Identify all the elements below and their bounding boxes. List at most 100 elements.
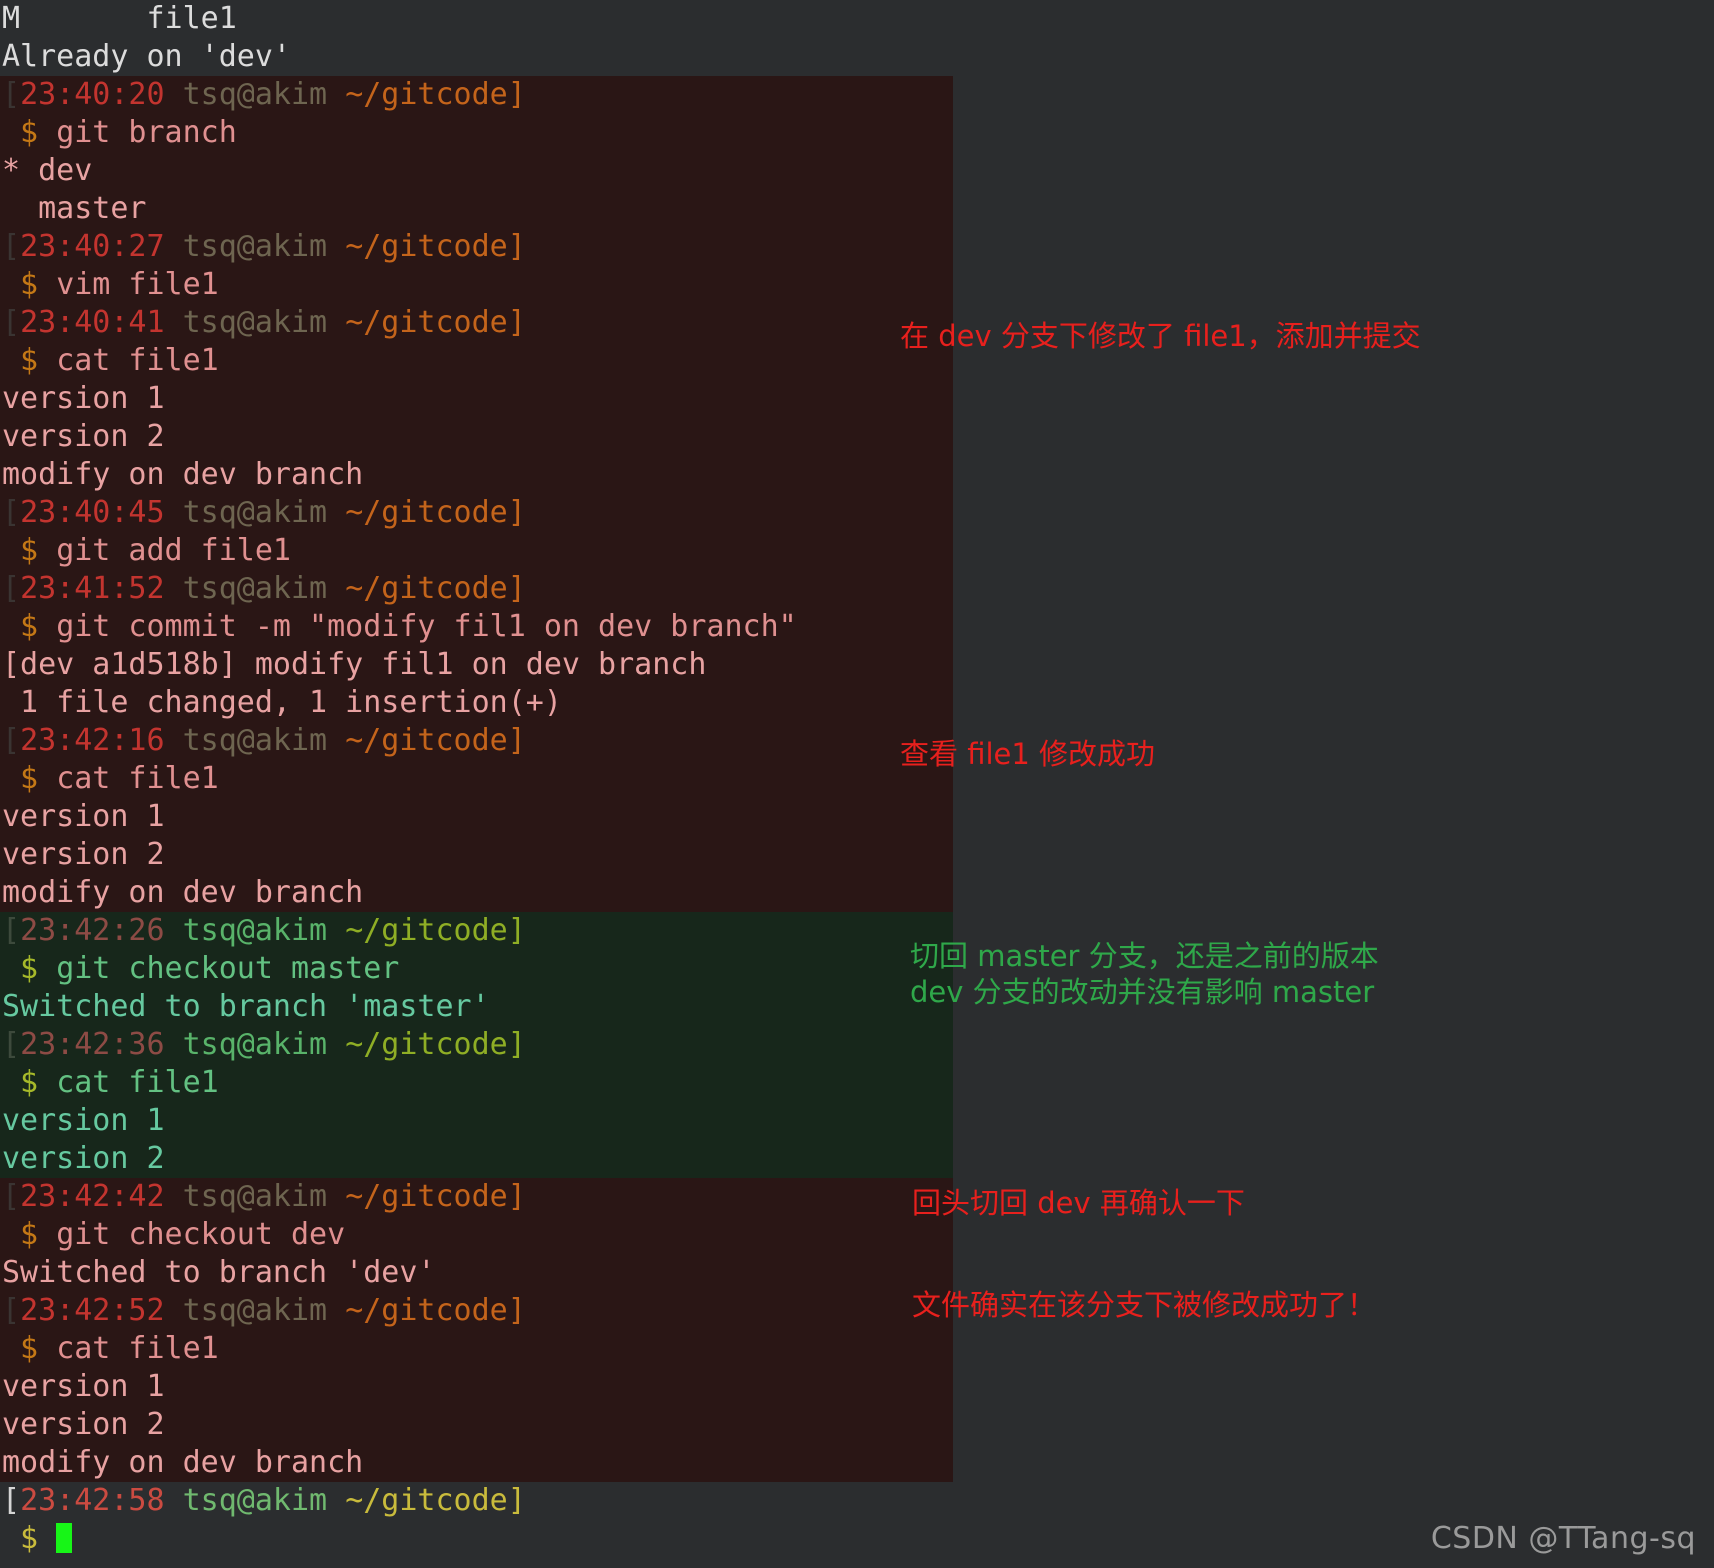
terminal-text-cmd: git checkout master	[56, 951, 400, 986]
terminal-text-cmd: cat file1	[56, 1331, 219, 1366]
terminal-line: version 1	[0, 1102, 953, 1140]
terminal-text-dollar: $	[2, 267, 57, 302]
terminal-text-out: modify on dev branch	[2, 1445, 364, 1480]
terminal-text-user: tsq@akim	[164, 229, 346, 264]
text-cursor[interactable]	[56, 1523, 73, 1553]
terminal-text-dollar: $	[2, 609, 57, 644]
terminal-line: modify on dev branch	[0, 456, 953, 494]
watermark: CSDN @TTang-sq	[1430, 1521, 1696, 1556]
terminal-text-out: version 2	[2, 419, 165, 454]
terminal-text-cmd: git branch	[56, 115, 237, 150]
terminal-text-path: ~/gitcode]	[345, 1027, 526, 1062]
terminal-text-out: modify on dev branch	[2, 875, 364, 910]
terminal-text-cmd: cat file1	[56, 343, 219, 378]
terminal-line: version 1	[0, 380, 953, 418]
terminal-line: $ cat file1	[0, 1064, 953, 1102]
terminal-text-br: 23:42:58	[20, 1483, 165, 1518]
terminal-text-path: ~/gitcode]	[345, 495, 526, 530]
terminal-line: $ git checkout master	[0, 950, 953, 988]
terminal-text-bk: [	[2, 229, 21, 264]
annotation-dev-modify: 在 dev 分支下修改了 file1，添加并提交	[900, 319, 1421, 353]
terminal-text-dollar: $	[2, 343, 57, 378]
terminal-text-path: ~/gitcode]	[345, 229, 526, 264]
annotation-master-unchanged: 切回 master 分支，还是之前的版本 dev 分支的改动并没有影响 mast…	[910, 939, 1379, 1009]
terminal-text-dollar: $	[2, 761, 57, 796]
terminal-line: [dev a1d518b] modify fil1 on dev branch	[0, 646, 953, 684]
terminal-text-br: 23:40:45	[20, 495, 165, 530]
terminal-text-out: 1 file changed, 1 insertion(+)	[2, 685, 562, 720]
terminal-text-dollar: $	[2, 115, 57, 150]
terminal-text-path: ~/gitcode]	[345, 1179, 526, 1214]
terminal-text-bk: [	[2, 495, 21, 530]
terminal-text-out: version 1	[2, 1369, 165, 1404]
terminal-text-out: master	[2, 191, 147, 226]
terminal-text-dollar: $	[2, 1217, 57, 1252]
terminal-line: version 2	[0, 1140, 953, 1178]
terminal-line: Switched to branch 'master'	[0, 988, 953, 1026]
terminal-line: modify on dev branch	[0, 1444, 953, 1482]
terminal-text-path: ~/gitcode]	[345, 77, 526, 112]
terminal-line: $ git checkout dev	[0, 1216, 953, 1254]
terminal-text-bk: [	[2, 1027, 21, 1062]
terminal-output: M file1 Already on 'dev' [23:40:20 tsq@aki…	[0, 0, 953, 1558]
terminal-text-out: version 2	[2, 1407, 165, 1442]
terminal-line: $ git branch	[0, 114, 953, 152]
terminal-text-out: version 1	[2, 799, 165, 834]
terminal-text-out: version 1	[2, 1103, 165, 1138]
terminal-text-br: 23:40:20	[20, 77, 165, 112]
terminal-text-path: ~/gitcode]	[345, 1293, 526, 1328]
terminal-text-out: Switched to branch 'master'	[2, 989, 490, 1024]
terminal-text-dollar: $	[2, 1521, 57, 1556]
terminal-text-br: 23:42:36	[20, 1027, 165, 1062]
terminal-text-user: tsq@akim	[164, 1293, 346, 1328]
terminal-line: [23:42:36 tsq@akim ~/gitcode]	[0, 1026, 953, 1064]
terminal-line: $ git commit -m "modify fil1 on dev bran…	[0, 608, 953, 646]
terminal-text-path: ~/gitcode]	[345, 913, 526, 948]
terminal-line: [23:42:52 tsq@akim ~/gitcode]	[0, 1292, 953, 1330]
terminal-text-br: 23:42:16	[20, 723, 165, 758]
terminal-text-dollar: $	[2, 1331, 57, 1366]
terminal-text-out: version 1	[2, 381, 165, 416]
terminal-text-bk: [	[2, 305, 21, 340]
terminal-text-user: tsq@akim	[164, 495, 346, 530]
terminal-text-br: 23:40:27	[20, 229, 165, 264]
terminal-text-cmd: git checkout dev	[56, 1217, 346, 1252]
terminal-line: version 1	[0, 798, 953, 836]
terminal-text-bk: [	[2, 913, 21, 948]
terminal-text-cmd: vim file1	[56, 267, 219, 302]
terminal-text-out: Switched to branch 'dev'	[2, 1255, 436, 1290]
terminal-line: $ git add file1	[0, 532, 953, 570]
terminal-text-path: ~/gitcode]	[345, 723, 526, 758]
terminal-line: [23:41:52 tsq@akim ~/gitcode]	[0, 570, 953, 608]
terminal-text-cmd: git add file1	[56, 533, 291, 568]
terminal-text-cmd: cat file1	[56, 1065, 219, 1100]
terminal-text-dollar: $	[2, 1065, 57, 1100]
terminal-line: modify on dev branch	[0, 874, 953, 912]
terminal-line: version 2	[0, 418, 953, 456]
terminal-text-user: tsq@akim	[164, 305, 346, 340]
terminal-line: $ cat file1	[0, 342, 953, 380]
terminal-text-path: ~/gitcode]	[345, 1483, 526, 1518]
terminal-text-user: tsq@akim	[164, 913, 346, 948]
terminal-line: M file1	[0, 0, 953, 38]
terminal-text-user: tsq@akim	[164, 723, 346, 758]
terminal-text-user: tsq@akim	[164, 1027, 346, 1062]
terminal-text-bk: [	[2, 1293, 21, 1328]
terminal-text-bk: [	[2, 1179, 21, 1214]
terminal-text-cmd: git commit -m "modify fil1 on dev branch…	[56, 609, 797, 644]
terminal-line: version 1	[0, 1368, 953, 1406]
terminal-line: version 2	[0, 1406, 953, 1444]
terminal-line: Switched to branch 'dev'	[0, 1254, 953, 1292]
terminal-line: version 2	[0, 836, 953, 874]
terminal-line: [23:40:20 tsq@akim ~/gitcode]	[0, 76, 953, 114]
terminal-window[interactable]: M file1 Already on 'dev' [23:40:20 tsq@aki…	[0, 0, 953, 1568]
terminal-line: [23:42:42 tsq@akim ~/gitcode]	[0, 1178, 953, 1216]
terminal-line: $ cat file1	[0, 1330, 953, 1368]
terminal-text-bk: [	[2, 571, 21, 606]
terminal-text-dollar: $	[2, 533, 57, 568]
terminal-text-br: 23:40:41	[20, 305, 165, 340]
annotation-cat-success: 查看 file1 修改成功	[900, 737, 1156, 771]
terminal-line: $ cat file1	[0, 760, 953, 798]
terminal-line: master	[0, 190, 953, 228]
terminal-text-br: 23:42:42	[20, 1179, 165, 1214]
